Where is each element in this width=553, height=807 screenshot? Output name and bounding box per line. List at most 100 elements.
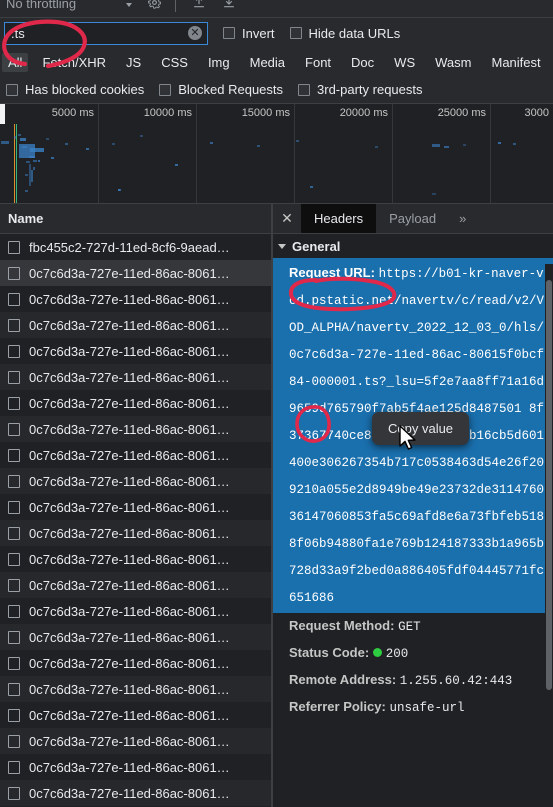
referrer-policy-value: unsafe-url <box>389 701 464 715</box>
general-section-header[interactable]: General <box>273 234 553 258</box>
table-row[interactable]: 0c7c6d3a-727e-11ed-86ac-8061… <box>0 494 271 520</box>
context-menu[interactable]: Copy value <box>372 412 469 445</box>
type-filter-fetch-xhr[interactable]: Fetch/XHR <box>36 53 112 72</box>
request-name: 0c7c6d3a-727e-11ed-86ac-8061… <box>29 708 230 723</box>
chevron-down-icon[interactable] <box>278 244 286 249</box>
type-filter-manifest[interactable]: Manifest <box>485 53 546 72</box>
table-row[interactable]: 0c7c6d3a-727e-11ed-86ac-8061… <box>0 676 271 702</box>
table-row[interactable]: 0c7c6d3a-727e-11ed-86ac-8061… <box>0 468 271 494</box>
hide-data-urls-checkbox-item[interactable]: Hide data URLs <box>290 26 401 41</box>
overview-request-bar <box>175 164 178 166</box>
has-blocked-cookies-item[interactable]: Has blocked cookies <box>6 82 144 97</box>
blocked-requests-checkbox[interactable] <box>159 84 171 96</box>
request-method-key: Request Method: <box>289 618 394 633</box>
third-party-requests-label: 3rd-party requests <box>317 82 423 97</box>
toolbar-divider <box>175 0 176 12</box>
throttling-selector-label[interactable]: No throttling <box>6 0 76 10</box>
mouse-cursor <box>399 425 419 458</box>
type-filter-img[interactable]: Img <box>202 53 236 72</box>
document-icon <box>8 449 20 462</box>
network-overview-timeline[interactable]: 5000 ms 10000 ms 15000 ms 20000 ms 25000 ms 3… <box>0 104 553 204</box>
type-filter-ws[interactable]: WS <box>388 53 421 72</box>
type-filter-js[interactable]: JS <box>120 53 147 72</box>
request-name: 0c7c6d3a-727e-11ed-86ac-8061… <box>29 786 230 801</box>
invert-label: Invert <box>242 26 275 41</box>
overview-left-marker <box>0 104 5 124</box>
type-filter-css[interactable]: CSS <box>155 53 194 72</box>
third-party-requests-checkbox[interactable] <box>298 84 310 96</box>
table-row[interactable]: 0c7c6d3a-727e-11ed-86ac-8061… <box>0 312 271 338</box>
table-row[interactable]: 0c7c6d3a-727e-11ed-86ac-8061… <box>0 390 271 416</box>
overview-request-bar <box>86 148 89 150</box>
overview-request-bar <box>296 140 299 142</box>
hide-data-urls-checkbox[interactable] <box>290 27 302 39</box>
close-details-icon[interactable]: ✕ <box>273 204 301 233</box>
request-url-key: Request URL: <box>289 265 375 280</box>
context-menu-item-copy-value[interactable]: Copy value <box>372 419 469 438</box>
chevron-down-icon[interactable] <box>126 3 132 7</box>
table-row[interactable]: 0c7c6d3a-727e-11ed-86ac-8061… <box>0 416 271 442</box>
tab-payload[interactable]: Payload <box>376 204 449 233</box>
request-name: 0c7c6d3a-727e-11ed-86ac-8061… <box>29 344 230 359</box>
tab-headers[interactable]: Headers <box>301 204 376 233</box>
clear-filter-icon[interactable]: ✕ <box>188 26 202 40</box>
details-scrollbar[interactable] <box>545 264 553 807</box>
invert-checkbox[interactable] <box>223 27 235 39</box>
type-filter-wasm[interactable]: Wasm <box>429 53 477 72</box>
table-row[interactable]: 0c7c6d3a-727e-11ed-86ac-8061… <box>0 286 271 312</box>
document-icon <box>8 423 20 436</box>
table-row[interactable]: 0c7c6d3a-727e-11ed-86ac-8061… <box>0 624 271 650</box>
details-scrollbar-thumb[interactable] <box>546 280 552 690</box>
request-name: 0c7c6d3a-727e-11ed-86ac-8061… <box>29 760 230 775</box>
table-row[interactable]: 0c7c6d3a-727e-11ed-86ac-8061… <box>0 754 271 780</box>
table-row[interactable]: 0c7c6d3a-727e-11ed-86ac-8061… <box>0 520 271 546</box>
details-tabbar: ✕ Headers Payload » <box>273 204 553 234</box>
filter-input-wrapper[interactable]: .ts ✕ <box>4 22 208 45</box>
document-icon <box>8 761 20 774</box>
request-name: 0c7c6d3a-727e-11ed-86ac-8061… <box>29 370 230 385</box>
requests-list[interactable]: fbc455c2-727d-11ed-8cf6-9aead… 0c7c6d3a-7… <box>0 234 271 807</box>
overview-request-bar <box>463 144 466 146</box>
document-icon <box>8 293 20 306</box>
type-filter-all[interactable]: All <box>2 53 28 72</box>
gear-icon[interactable] <box>148 0 161 14</box>
third-party-requests-item[interactable]: 3rd-party requests <box>298 82 423 97</box>
table-row[interactable]: 0c7c6d3a-727e-11ed-86ac-8061… <box>0 364 271 390</box>
table-row[interactable]: 0c7c6d3a-727e-11ed-86ac-8061… <box>0 650 271 676</box>
request-name: 0c7c6d3a-727e-11ed-86ac-8061… <box>29 552 230 567</box>
type-filter-media[interactable]: Media <box>244 53 291 72</box>
overview-tick-label: 10000 ms <box>144 107 196 119</box>
blocked-filters-row: Has blocked cookies Blocked Requests 3rd… <box>0 76 553 104</box>
overview-gridline <box>98 104 99 204</box>
has-blocked-cookies-checkbox[interactable] <box>6 84 18 96</box>
table-row[interactable]: fbc455c2-727d-11ed-8cf6-9aead… <box>0 234 271 260</box>
document-icon <box>8 709 20 722</box>
filter-input[interactable]: .ts <box>11 26 25 41</box>
request-name: 0c7c6d3a-727e-11ed-86ac-8061… <box>29 396 230 411</box>
table-row[interactable]: 0c7c6d3a-727e-11ed-86ac-8061… <box>0 338 271 364</box>
table-row[interactable]: 0c7c6d3a-727e-11ed-86ac-8061… <box>0 728 271 754</box>
column-header-name[interactable]: Name <box>8 211 43 226</box>
referrer-policy-key: Referrer Policy: <box>289 699 386 714</box>
export-har-icon[interactable] <box>222 0 236 14</box>
table-row[interactable]: 0c7c6d3a-727e-11ed-86ac-8061… <box>0 780 271 806</box>
table-row[interactable]: 0c7c6d3a-727e-11ed-86ac-8061… <box>0 260 271 286</box>
type-filter-font[interactable]: Font <box>299 53 337 72</box>
type-filter-doc[interactable]: Doc <box>345 53 380 72</box>
overview-request-bar <box>257 145 260 147</box>
more-tabs-icon[interactable]: » <box>449 204 476 233</box>
document-icon <box>8 579 20 592</box>
table-row[interactable]: 0c7c6d3a-727e-11ed-86ac-8061… <box>0 702 271 728</box>
request-name: 0c7c6d3a-727e-11ed-86ac-8061… <box>29 448 230 463</box>
blocked-requests-item[interactable]: Blocked Requests <box>159 82 283 97</box>
overview-request-bar <box>65 143 68 145</box>
import-har-icon[interactable] <box>192 0 206 14</box>
table-row[interactable]: 0c7c6d3a-727e-11ed-86ac-8061… <box>0 572 271 598</box>
table-row[interactable]: 0c7c6d3a-727e-11ed-86ac-8061… <box>0 546 271 572</box>
table-row[interactable]: 0c7c6d3a-727e-11ed-86ac-8061… <box>0 598 271 624</box>
overview-request-bar <box>33 160 37 162</box>
filter-row: .ts ✕ Invert Hide data URLs <box>0 18 553 48</box>
invert-checkbox-item[interactable]: Invert <box>223 26 275 41</box>
remote-address-value: 1.255.60.42:443 <box>400 674 513 688</box>
table-row[interactable]: 0c7c6d3a-727e-11ed-86ac-8061… <box>0 442 271 468</box>
